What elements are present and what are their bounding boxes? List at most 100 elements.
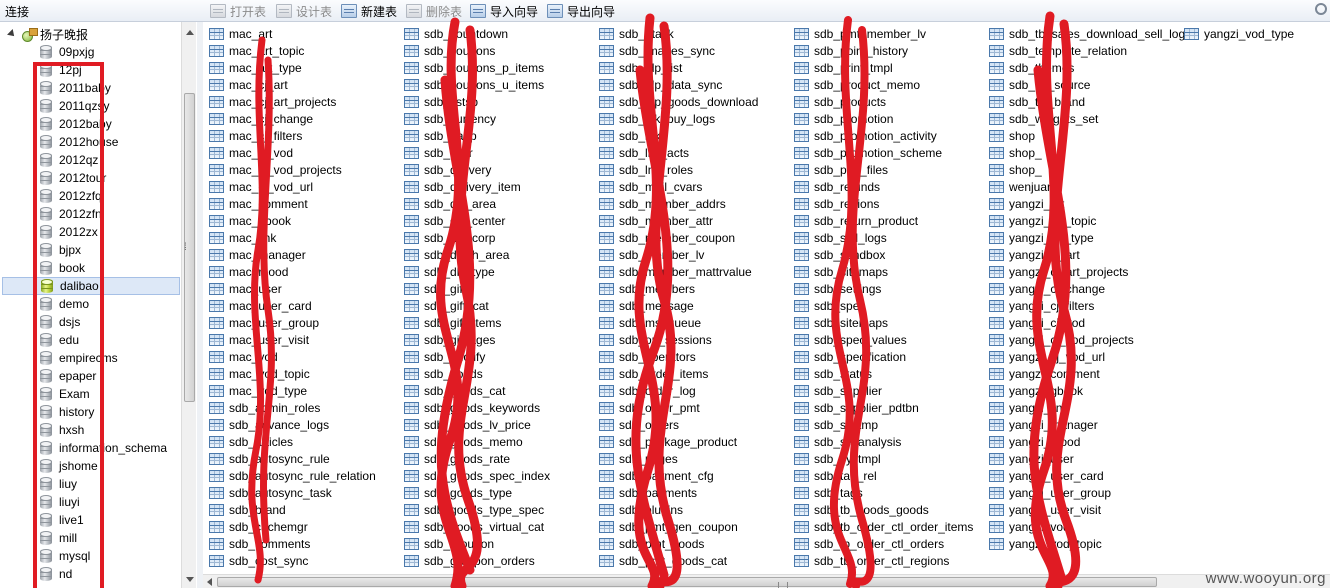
table-item[interactable]: sdb_mail_cvars xyxy=(595,178,790,195)
table-item[interactable]: sdb_coupons_u_items xyxy=(400,76,595,93)
table-item[interactable]: mac_user xyxy=(205,280,400,297)
table-item[interactable]: yangzi_user xyxy=(985,450,1180,467)
table-item[interactable]: sdb_lnk_acts xyxy=(595,144,790,161)
table-item[interactable]: sdb_spec_values xyxy=(790,331,985,348)
delete-table-button[interactable]: 删除表 xyxy=(406,2,462,20)
table-item[interactable]: sdb_lnk_roles xyxy=(595,161,790,178)
database-item[interactable]: live1 xyxy=(30,511,182,529)
table-item[interactable]: mac_cj_vod_projects xyxy=(205,161,400,178)
table-item[interactable]: sdb_refunds xyxy=(790,178,985,195)
table-item[interactable]: sdb_goods_cat xyxy=(400,382,595,399)
table-item[interactable]: sdb_dly_center xyxy=(400,212,595,229)
table-item[interactable]: sdb_themes xyxy=(985,59,1180,76)
table-item[interactable]: sdb_jdp_data_sync xyxy=(595,76,790,93)
database-item[interactable]: empirecms xyxy=(30,349,182,367)
database-item[interactable]: epaper xyxy=(30,367,182,385)
table-item[interactable]: yangzi_cj_filters xyxy=(985,297,1180,314)
database-item[interactable]: information_schema xyxy=(30,439,182,457)
table-item[interactable]: sdb_point_history xyxy=(790,42,985,59)
table-item[interactable]: yangzi_user_visit xyxy=(985,501,1180,518)
database-item[interactable]: liuy xyxy=(30,475,182,493)
table-item[interactable]: mac_user_visit xyxy=(205,331,400,348)
table-item[interactable]: sdb_groupon_orders xyxy=(400,552,595,569)
table-item[interactable]: yangzi_comment xyxy=(985,365,1180,382)
table-item[interactable]: sdb_print_tmpl xyxy=(790,59,985,76)
table-item[interactable]: sdb_tags xyxy=(790,484,985,501)
table-item[interactable]: mac_vod_type xyxy=(205,382,400,399)
table-item[interactable]: sdb_lnk_buy_logs xyxy=(595,110,790,127)
table-item[interactable]: sdb_member_mattrvalue xyxy=(595,263,790,280)
table-item[interactable]: sdb_goods_spec_index xyxy=(400,467,595,484)
table-item[interactable]: sdb_tb_goods_goods xyxy=(790,501,985,518)
table-item[interactable]: shop_ xyxy=(985,144,1180,161)
table-item[interactable]: yangzi_art xyxy=(985,195,1180,212)
database-item[interactable]: history xyxy=(30,403,182,421)
table-item[interactable]: sdb_tb_order_ctl_orders xyxy=(790,535,985,552)
table-item[interactable]: sdb_systmp xyxy=(790,416,985,433)
database-item[interactable]: demo xyxy=(30,295,182,313)
database-item[interactable]: liuyi xyxy=(30,493,182,511)
splitter-grip-icon[interactable]: ⁞ xyxy=(184,242,187,253)
table-item[interactable]: mac_vod xyxy=(205,348,400,365)
database-item[interactable]: Exam xyxy=(30,385,182,403)
table-item[interactable]: sdb_groupon xyxy=(400,535,595,552)
export-wizard-button[interactable]: 导出向导 xyxy=(547,2,615,20)
table-item[interactable]: yangzi_vod_type xyxy=(1180,25,1330,42)
table-item[interactable]: sdb_order_pmt xyxy=(595,399,790,416)
database-item[interactable]: 2011qzsy xyxy=(30,97,182,115)
table-item[interactable]: yangzi_vod xyxy=(985,518,1180,535)
table-item[interactable]: wenjuan xyxy=(985,178,1180,195)
table-item[interactable]: mac_cj_change xyxy=(205,110,400,127)
table-item[interactable]: sdb_status xyxy=(790,365,985,382)
table-item[interactable]: sdb_gift_items xyxy=(400,314,595,331)
table-item[interactable]: sdb_admin_roles xyxy=(205,399,400,416)
table-item[interactable]: sdb_dly_type xyxy=(400,263,595,280)
table-item[interactable]: sdb_products xyxy=(790,93,985,110)
table-item[interactable]: sdb_settings xyxy=(790,280,985,297)
database-item[interactable]: mysql xyxy=(30,547,182,565)
table-item[interactable]: mac_user_group xyxy=(205,314,400,331)
horizontal-scrollbar[interactable] xyxy=(203,574,1330,588)
table-item[interactable]: sdb_comments xyxy=(205,535,400,552)
table-item[interactable]: sdb_autosync_rule xyxy=(205,450,400,467)
table-item[interactable]: sdb_member_coupon xyxy=(595,229,790,246)
search-icon[interactable] xyxy=(1315,3,1327,15)
table-item[interactable]: sdb_jdp_goods_download xyxy=(595,93,790,110)
table-item[interactable]: sdb_cstsp xyxy=(400,93,595,110)
table-item[interactable]: yangzi_gbook xyxy=(985,382,1180,399)
database-item[interactable]: jshome xyxy=(30,457,182,475)
database-item[interactable]: dalibao xyxy=(2,277,180,295)
table-item[interactable]: yangzi_art_type xyxy=(985,229,1180,246)
database-item[interactable]: 2012house xyxy=(30,133,182,151)
table-item[interactable]: mac_art xyxy=(205,25,400,42)
table-item[interactable]: mac_cj_vod xyxy=(205,144,400,161)
table-item[interactable]: sdb_member_attr xyxy=(595,212,790,229)
scroll-up-icon[interactable] xyxy=(186,30,194,35)
table-item[interactable]: sdb_goods_rate xyxy=(400,450,595,467)
table-item[interactable]: sdb_dly_h_area xyxy=(400,246,595,263)
table-item[interactable]: yangzi_art_topic xyxy=(985,212,1180,229)
table-item[interactable]: yangzi_cj_change xyxy=(985,280,1180,297)
table-item[interactable]: sdb_countdown xyxy=(400,25,595,42)
table-item[interactable]: sdb_currency xyxy=(400,110,595,127)
table-item[interactable]: sdb_dcvr xyxy=(400,144,595,161)
table-item[interactable]: yangzi_link xyxy=(985,399,1180,416)
table-item[interactable]: yangzi_mood xyxy=(985,433,1180,450)
table-item[interactable]: sdb_advance_logs xyxy=(205,416,400,433)
table-item[interactable]: sdb_package_product xyxy=(595,433,790,450)
table-item[interactable]: yangzi_cj_vod_projects xyxy=(985,331,1180,348)
table-item[interactable]: sdb_promotion_activity xyxy=(790,127,985,144)
table-item[interactable]: yangzi_vod_topic xyxy=(985,535,1180,552)
table-item[interactable]: mac_cj_vod_url xyxy=(205,178,400,195)
table-item[interactable]: sdb_coupons_p_items xyxy=(400,59,595,76)
table-item[interactable]: sdb_promotion xyxy=(790,110,985,127)
table-item[interactable]: sdb_goods xyxy=(400,365,595,382)
table-item[interactable]: sdb_pmt_gen_coupon xyxy=(595,518,790,535)
table-item[interactable]: sdb_plugins xyxy=(595,501,790,518)
table-item[interactable]: sdb_orders xyxy=(595,416,790,433)
database-item[interactable]: bjpx xyxy=(30,241,182,259)
database-item[interactable]: edu xyxy=(30,331,182,349)
open-table-button[interactable]: 打开表 xyxy=(210,2,266,20)
table-item[interactable]: sdb_member_lv xyxy=(595,246,790,263)
database-item[interactable]: 09pxjg xyxy=(30,43,182,61)
